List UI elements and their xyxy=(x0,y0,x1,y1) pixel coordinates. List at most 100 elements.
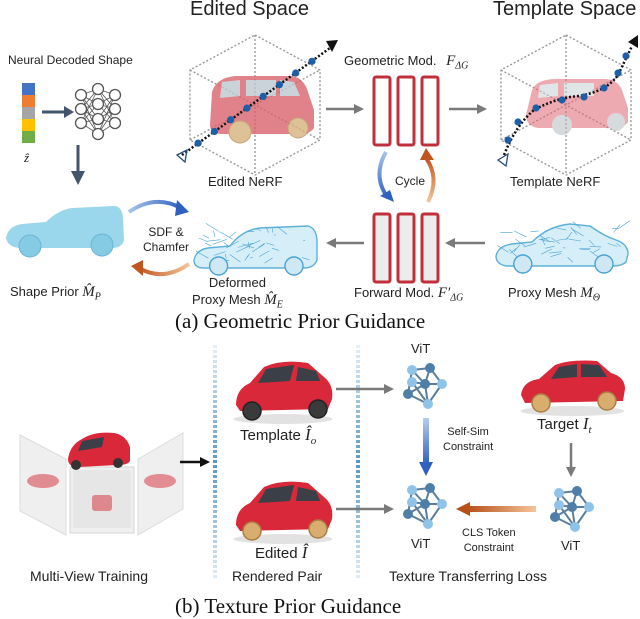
separator-dot xyxy=(213,480,217,483)
self-sim-line1: Self-Sim xyxy=(443,425,493,440)
separator-dot xyxy=(213,485,217,488)
separator-dot xyxy=(356,445,360,448)
ray-sample-dot xyxy=(600,84,607,91)
separator-dot xyxy=(213,375,217,378)
proxy-mesh-label: Proxy Mesh MΘ xyxy=(508,285,600,304)
arrow-latent-to-decoder xyxy=(40,105,76,119)
separator-dot xyxy=(356,485,360,488)
separator-dot xyxy=(213,415,217,418)
shape-prior-mesh xyxy=(2,198,127,260)
shape-prior-symbol: M̂ xyxy=(82,284,95,300)
car-wheel xyxy=(309,400,327,418)
separator-dot xyxy=(356,530,360,533)
neuron xyxy=(76,90,87,101)
target-text: Target xyxy=(537,416,579,433)
separator-dot xyxy=(213,430,217,433)
neuron xyxy=(93,84,104,95)
shape-prior-text: Shape Prior xyxy=(10,284,79,299)
cls-line2: Constraint xyxy=(462,541,516,556)
vit-node xyxy=(554,488,564,498)
target-car-image xyxy=(515,355,630,417)
module-layer xyxy=(398,214,414,282)
arrow-edited-to-vit xyxy=(336,503,398,515)
deformed-line1: Deformed xyxy=(192,274,283,291)
separator-dot xyxy=(356,575,360,578)
car-wheel xyxy=(598,392,616,410)
separator-dot xyxy=(356,450,360,453)
vit-network-icon-top xyxy=(400,362,450,412)
separator-dot xyxy=(213,365,217,368)
sdf-chamfer-line2: Chamfer xyxy=(143,240,189,255)
separator-dot xyxy=(356,460,360,463)
separator-dot xyxy=(213,355,217,358)
template-nerf-label: Template NeRF xyxy=(510,174,600,189)
vit-node xyxy=(572,486,582,496)
cls-token-arrow xyxy=(456,502,536,516)
vit-right-label: ViT xyxy=(561,538,580,553)
separator-dot xyxy=(213,495,217,498)
sdf-chamfer-line1: SDF & xyxy=(143,225,189,240)
template-label: Template Îo xyxy=(240,425,316,447)
separator-dot xyxy=(213,390,217,393)
separator-dot xyxy=(213,545,217,548)
proxy-mesh-subscript: Θ xyxy=(593,293,600,304)
ray-sample-dot xyxy=(292,69,299,76)
vit-network-icon-bottom xyxy=(400,482,450,532)
separator-dot xyxy=(356,375,360,378)
template-car-image xyxy=(526,79,628,135)
target-label: Target It xyxy=(537,414,592,436)
separator-dot xyxy=(213,475,217,478)
separator-dot xyxy=(213,345,217,348)
geometric-mod-block xyxy=(372,75,442,147)
deformed-line2: Proxy Mesh xyxy=(192,292,261,307)
separator-dot xyxy=(213,450,217,453)
module-layer xyxy=(374,77,390,145)
ray-sample-dot xyxy=(622,52,629,59)
deformed-proxy-mesh xyxy=(190,220,320,276)
vit-node xyxy=(437,499,447,509)
separator-dot xyxy=(213,490,217,493)
arrow-multiview-to-pair xyxy=(180,456,212,468)
geometric-mod-text: Geometric Mod. xyxy=(344,53,436,68)
vit-node xyxy=(407,365,417,375)
mesh-wheel xyxy=(210,257,228,275)
separator-dot xyxy=(356,490,360,493)
separator-dot xyxy=(356,535,360,538)
vit-node xyxy=(570,522,580,532)
vit-node xyxy=(425,363,435,373)
separator-dot xyxy=(356,370,360,373)
separator-dot xyxy=(213,510,217,513)
separator-dot xyxy=(356,515,360,518)
latent-cell xyxy=(22,107,35,119)
ray-sample-dot xyxy=(243,104,250,111)
separator-dot xyxy=(213,550,217,553)
multi-view-images xyxy=(18,425,188,535)
car-wheel xyxy=(309,520,327,538)
geometric-mod-label: Geometric Mod. FΔG xyxy=(344,53,468,72)
separator-dot xyxy=(356,525,360,528)
separator-dot xyxy=(213,515,217,518)
ray-sample-dot xyxy=(260,93,267,100)
separator-dot xyxy=(356,550,360,553)
arrow-edited-to-geometric-mod xyxy=(326,103,366,115)
separator-dot xyxy=(356,350,360,353)
separator-dot xyxy=(356,475,360,478)
caption-b: (b) Texture Prior Guidance xyxy=(175,594,401,619)
module-layer xyxy=(398,77,414,145)
latent-code-vector xyxy=(22,83,35,143)
edited-text: Edited xyxy=(255,545,298,562)
separator-dot xyxy=(213,535,217,538)
separator-dot xyxy=(356,470,360,473)
separator-dot xyxy=(213,350,217,353)
neuron xyxy=(110,104,121,115)
vit-node xyxy=(554,500,564,510)
separator-dot xyxy=(213,440,217,443)
proxy-mesh-symbol: M xyxy=(580,285,593,301)
ray-sample-dot xyxy=(514,118,521,125)
separator-dot xyxy=(213,460,217,463)
ray-sample-dot xyxy=(614,69,621,76)
neural-decoded-shape-label: Neural Decoded Shape xyxy=(8,53,133,67)
deformed-symbol: M̂ xyxy=(264,292,277,308)
separator-right xyxy=(355,345,361,580)
separator-left xyxy=(212,345,218,580)
